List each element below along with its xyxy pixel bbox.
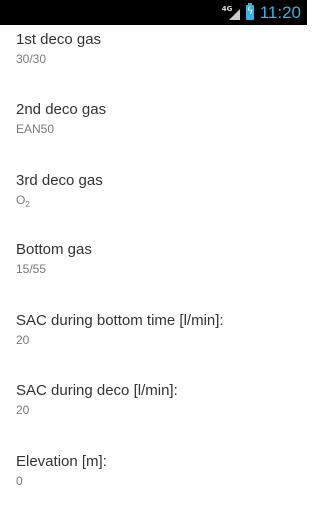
setting-value: 15/55 [16,262,47,276]
setting-bottom-gas[interactable]: Bottom gas 15/55 [16,241,301,301]
status-icons: 4G ϟ 11:20 [222,0,301,25]
setting-2nd-deco-gas[interactable]: 2nd deco gas EAN50 [16,101,301,161]
setting-title: 1st deco gas [16,31,102,48]
signal-icon [228,8,240,20]
setting-value-main: O [16,193,26,207]
setting-title: SAC during bottom time [l/min]: [16,312,224,329]
setting-value: 0 [16,474,23,488]
network-indicator: 4G [222,4,240,22]
setting-1st-deco-gas[interactable]: 1st deco gas 30/30 [16,31,301,91]
setting-title: 3rd deco gas [16,172,103,189]
setting-value: 20 [16,403,30,417]
setting-sac-deco[interactable]: SAC during deco [l/min]: 20 [16,382,301,442]
setting-value: EAN50 [16,122,55,136]
setting-value: O2 [16,193,30,209]
status-bar: 4G ϟ 11:20 [0,0,307,25]
charging-bolt-icon: ϟ [246,6,254,17]
setting-elevation[interactable]: Elevation [m]: 0 [16,453,301,513]
setting-3rd-deco-gas[interactable]: 3rd deco gas O2 [16,172,301,232]
setting-title: Bottom gas [16,241,92,258]
setting-sac-bottom[interactable]: SAC during bottom time [l/min]: 20 [16,312,301,372]
setting-value: 30/30 [16,52,47,66]
setting-title: SAC during deco [l/min]: [16,382,178,399]
setting-value: 20 [16,333,30,347]
battery-charging-icon: ϟ [245,3,254,20]
status-clock: 11:20 [259,3,301,22]
setting-title: Elevation [m]: [16,453,107,470]
setting-value-subscript: 2 [25,200,30,209]
setting-title: 2nd deco gas [16,101,107,118]
